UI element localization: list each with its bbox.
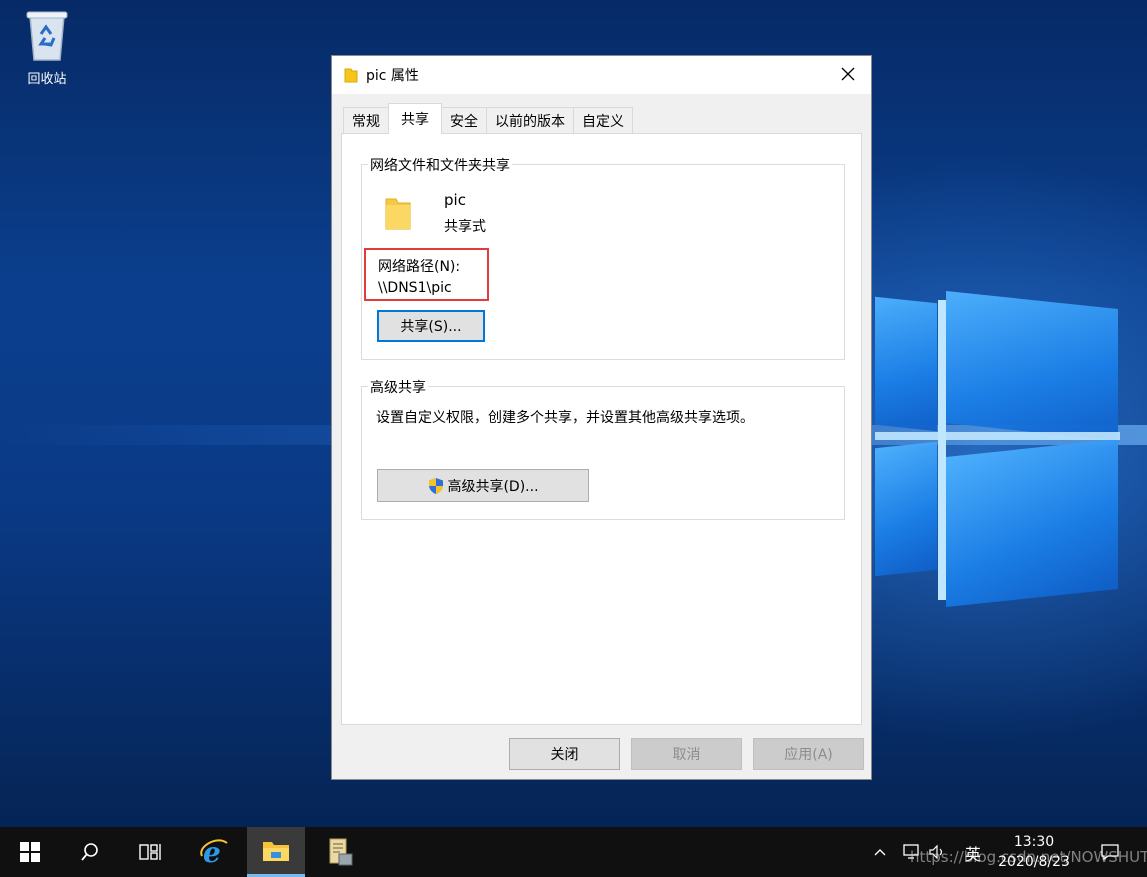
advanced-sharing-button-label: 高级共享(D)... [447,478,539,495]
clock-date: 2020/8/23 [998,854,1070,870]
notification-icon [1101,844,1119,861]
notifications-button[interactable] [1090,827,1130,877]
internet-explorer-icon: e [200,837,228,867]
close-dialog-button[interactable]: 关闭 [509,738,620,770]
advanced-sharing-group: 高级共享 设置自定义权限，创建多个共享，并设置其他高级共享选项。 高级共享(D)… [361,377,845,520]
uac-shield-icon [427,477,445,495]
folder-icon [344,67,358,87]
task-view-icon [139,844,161,860]
recycle-bin[interactable]: 回收站 [14,8,80,87]
tab-strip: 常规 共享 安全 以前的版本 自定义 [343,103,633,134]
windows-logo-pane [946,290,1118,442]
recycle-bin-label: 回收站 [27,72,67,87]
folder-icon [384,195,412,235]
windows-logo-glow [875,432,1120,440]
input-method-indicator[interactable]: 英 [965,841,981,865]
tab-customize[interactable]: 自定义 [573,107,633,134]
windows-logo-pane [875,296,937,432]
share-button[interactable]: 共享(S)... [377,310,485,342]
tab-previous-versions[interactable]: 以前的版本 [486,107,574,134]
advanced-sharing-legend: 高级共享 [368,377,428,397]
network-path-label: 网络路径(N): [378,259,461,275]
windows-logo-pane [946,438,1118,608]
file-explorer-icon [263,841,289,861]
network-path-value: \\DNS1\pic [378,280,452,296]
search-button[interactable] [64,827,116,877]
dialog-title: pic 属性 [366,68,419,84]
network-sharing-group: 网络文件和文件夹共享 pic 共享式 网络路径(N): \\DNS1\pic 共… [361,155,845,360]
chevron-up-icon[interactable] [872,844,888,860]
taskbar-server-manager[interactable] [312,827,368,877]
clock[interactable]: 13:30 2020/8/23 [996,832,1072,872]
close-button[interactable] [825,56,871,92]
start-button[interactable] [0,827,60,877]
tab-security[interactable]: 安全 [441,107,487,134]
cancel-button[interactable]: 取消 [631,738,742,770]
windows-logo-pane [875,441,937,577]
shared-folder-name: pic [444,191,466,209]
task-view-button[interactable] [124,827,176,877]
apply-button[interactable]: 应用(A) [753,738,864,770]
tab-sharing[interactable]: 共享 [388,103,442,134]
share-status: 共享式 [444,219,486,235]
windows-start-icon [20,842,40,862]
advanced-sharing-button[interactable]: 高级共享(D)... [377,469,589,502]
search-icon [81,843,98,861]
network-path-highlight: 网络路径(N): \\DNS1\pic [364,248,489,301]
windows-logo-glow [938,300,946,600]
advanced-sharing-description: 设置自定义权限，创建多个共享，并设置其他高级共享选项。 [376,410,754,426]
tab-general[interactable]: 常规 [343,107,389,134]
taskbar-internet-explorer[interactable]: e [186,827,242,877]
recycle-bin-icon [24,8,70,62]
dialog-titlebar[interactable]: pic 属性 [332,56,871,94]
network-sharing-legend: 网络文件和文件夹共享 [368,155,512,175]
properties-dialog: pic 属性 常规 共享 安全 以前的版本 自定义 网络文件和文件夹共享 pic… [331,55,872,780]
sharing-tab-panel: 网络文件和文件夹共享 pic 共享式 网络路径(N): \\DNS1\pic 共… [341,133,862,725]
taskbar-file-explorer[interactable] [247,827,305,877]
server-manager-icon [329,838,353,866]
close-icon [841,67,855,81]
clock-time: 13:30 [1013,834,1055,850]
taskbar: e https://blog.csdn.net/NOWSHUT 英 13:30 … [0,827,1147,877]
